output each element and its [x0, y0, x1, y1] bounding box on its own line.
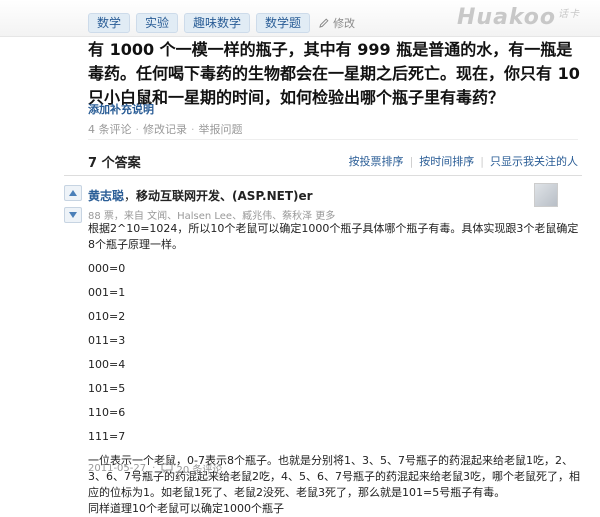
- sort-by-time[interactable]: 按时间排序: [419, 153, 474, 169]
- binary-code-line: 010=2: [88, 310, 126, 323]
- modify-label: 修改: [333, 17, 356, 30]
- answer-comments-link[interactable]: 20 条评论: [161, 461, 222, 476]
- upvote-icon: [69, 190, 77, 196]
- voters-line[interactable]: 88 票，来自 文闻、Halsen Lee、臧兆伟、蔡秋泽 更多: [88, 207, 335, 222]
- binary-code-line: 011=3: [88, 334, 126, 347]
- answer-date: 2011-05-27: [88, 463, 147, 474]
- answer-meta: 2011-05-27 · 20 条评论: [88, 461, 222, 476]
- downvote-button[interactable]: [64, 207, 82, 223]
- binary-code-line: 001=1: [88, 286, 126, 299]
- tag-list: 数学 实验 趣味数学 数学题 修改: [88, 13, 355, 33]
- answers-count: 7 个答案: [88, 156, 141, 171]
- watermark-main: Huakoo: [457, 5, 556, 30]
- separator-dot: ·: [135, 122, 140, 136]
- tag-math-problem[interactable]: 数学题: [256, 13, 311, 33]
- sort-options: 按投票排序 | 按时间排序 | 只显示我关注的人: [349, 153, 578, 169]
- avatar[interactable]: [534, 183, 558, 207]
- tag-fun-math[interactable]: 趣味数学: [184, 13, 251, 33]
- add-explanation-link[interactable]: 添加补充说明: [88, 101, 154, 117]
- separator-dot: ·: [152, 463, 156, 474]
- tag-experiment[interactable]: 实验: [136, 13, 179, 33]
- separator-bar: |: [409, 154, 414, 168]
- author-separator: ，: [124, 189, 137, 203]
- watermark-sub: 话卡: [558, 9, 580, 20]
- question-meta: 4 条评论 · 修改记录 · 举报问题: [88, 121, 243, 137]
- binary-code-line: 101=5: [88, 382, 126, 395]
- modify-tags-button[interactable]: 修改: [318, 15, 355, 31]
- author-bio: 移动互联网开发、(ASP.NET)er: [136, 189, 313, 203]
- binary-code-line: 111=7: [88, 430, 126, 443]
- pencil-icon: [319, 18, 329, 28]
- divider: [88, 139, 578, 140]
- sort-by-votes[interactable]: 按投票排序: [349, 153, 404, 169]
- separator-bar: |: [480, 154, 484, 168]
- vote-controls: [64, 185, 82, 229]
- watermark: Huakoo 话卡: [457, 5, 580, 30]
- question-comments-link[interactable]: 4 条评论: [88, 121, 132, 137]
- filter-followed[interactable]: 只显示我关注的人: [490, 153, 578, 169]
- tag-math[interactable]: 数学: [88, 13, 131, 33]
- top-bar: 数学 实验 趣味数学 数学题 修改 Huakoo 话卡: [0, 0, 600, 37]
- comment-icon: [161, 463, 173, 473]
- answer-intro: 根据2^10=1024，所以10个老鼠可以确定1000个瓶子具体哪个瓶子有毒。具…: [88, 222, 579, 251]
- edit-history-link[interactable]: 修改记录: [143, 121, 187, 137]
- author-name-link[interactable]: 黄志聪: [88, 189, 124, 203]
- binary-code-line: 000=0: [88, 262, 126, 275]
- report-question-link[interactable]: 举报问题: [199, 121, 243, 137]
- binary-code-line: 100=4: [88, 358, 126, 371]
- answer-author: 黄志聪，移动互联网开发、(ASP.NET)er: [88, 187, 313, 204]
- upvote-button[interactable]: [64, 185, 82, 201]
- divider: [64, 175, 582, 176]
- question-title: 有 1000 个一模一样的瓶子，其中有 999 瓶是普通的水，有一瓶是毒药。任何…: [88, 40, 580, 107]
- binary-code-line: 110=6: [88, 406, 126, 419]
- answer-conclusion: 同样道理10个老鼠可以确定1000个瓶子: [88, 502, 284, 515]
- downvote-icon: [69, 212, 77, 218]
- separator-dot: ·: [191, 122, 195, 136]
- answer-comments-label: 20 条评论: [176, 465, 223, 476]
